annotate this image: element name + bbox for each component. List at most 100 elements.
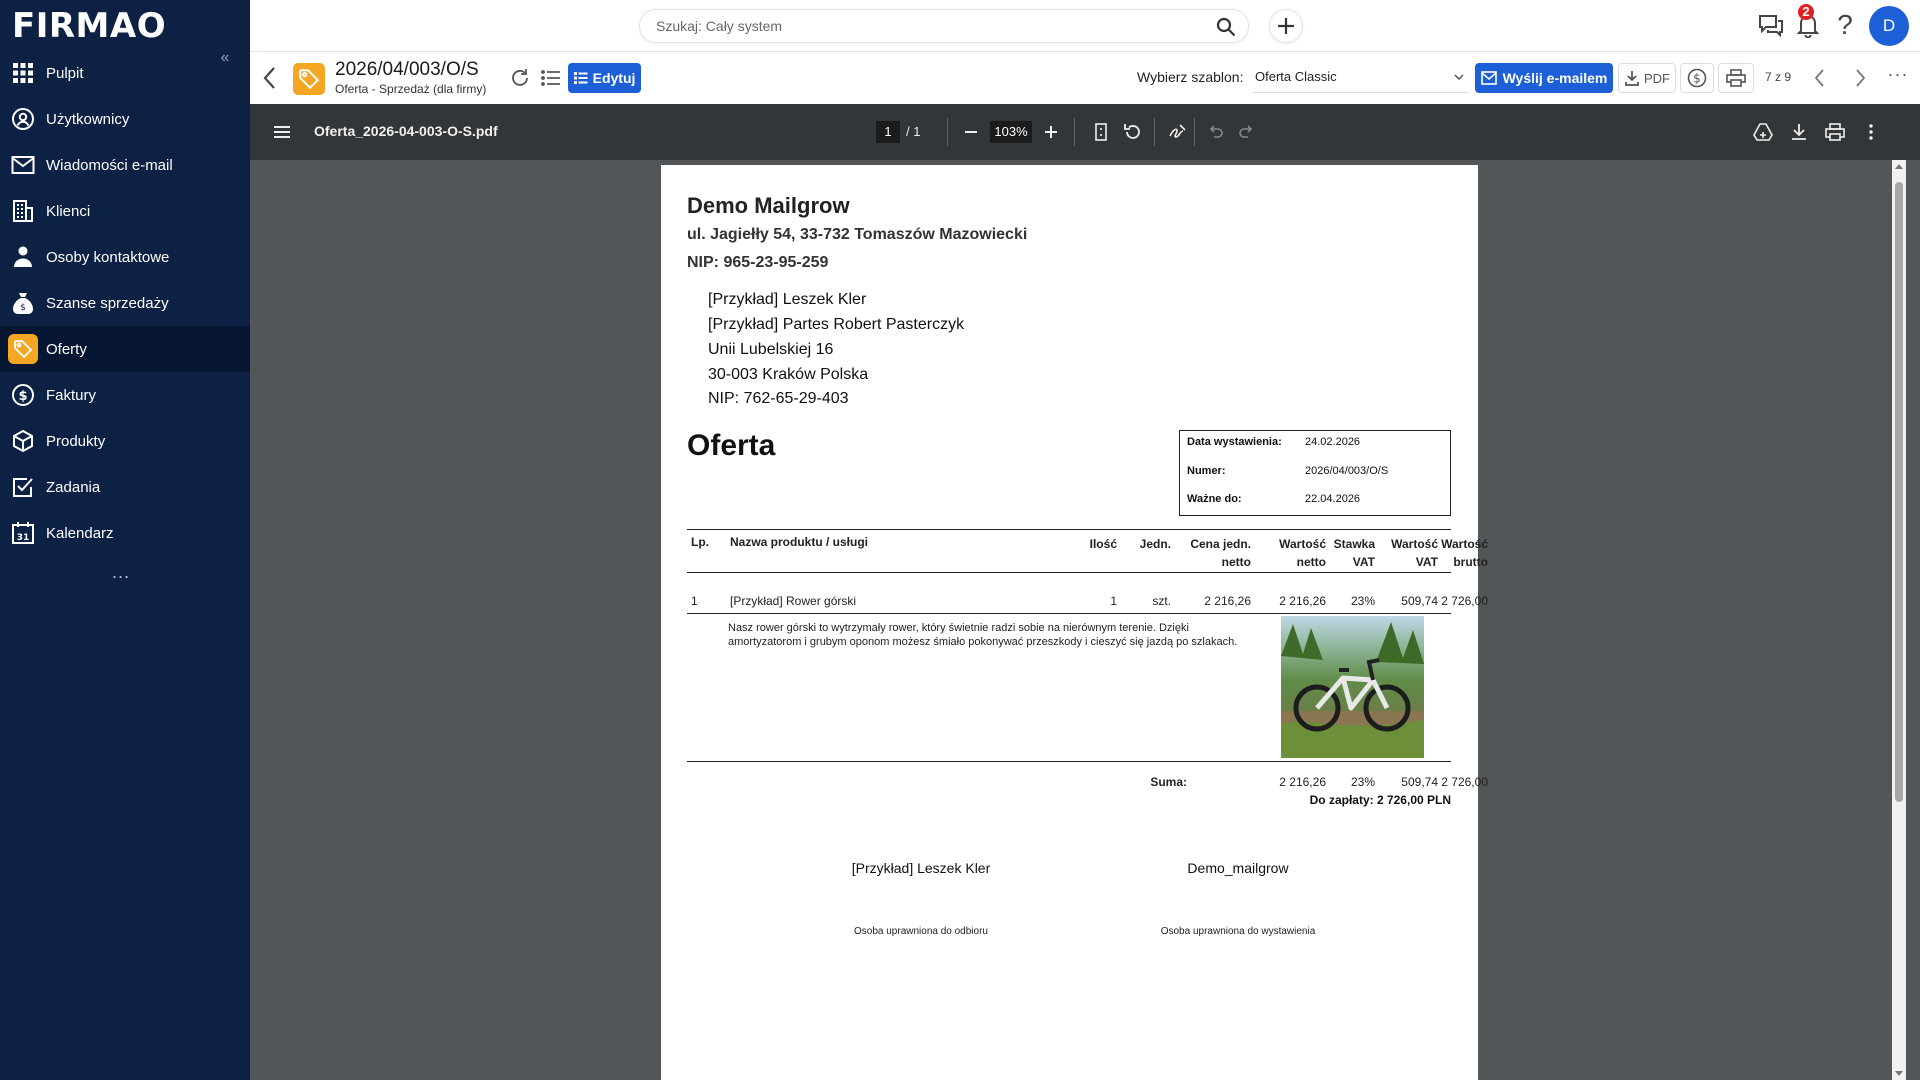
dollar-icon: $ (0, 372, 46, 418)
download-icon[interactable] (1788, 121, 1810, 143)
edit-button[interactable]: Edytuj (568, 63, 641, 93)
printer-icon (1726, 69, 1746, 87)
sidebar-item-produkty[interactable]: Produkty (0, 418, 250, 464)
list-icon[interactable] (540, 67, 562, 89)
svg-text:$: $ (1693, 72, 1701, 86)
cell-name: [Przykład] Rower górski (730, 594, 857, 608)
building-icon (0, 188, 46, 234)
sidebar-item-label: Użytkownicy (46, 110, 130, 128)
scroll-down-arrow[interactable] (1895, 1071, 1903, 1076)
document-number: 2026/04/003/O/S (335, 59, 479, 80)
download-icon (1625, 71, 1639, 86)
buyer-line: Unii Lubelskiej 16 (708, 341, 834, 358)
issuer-signature-caption: Osoba uprawniona do wystawienia (1160, 926, 1316, 937)
page-number-input[interactable]: 1 (876, 121, 900, 143)
sidebar-item-label: Wiadomości e-mail (46, 156, 173, 174)
sidebar-item-label: Faktury (46, 386, 97, 404)
notifications-badge: 2 (1798, 4, 1814, 20)
sidebar-item-oferty[interactable]: Oferty (0, 326, 250, 372)
sum-label: Suma: (1150, 775, 1187, 789)
redo-icon[interactable] (1236, 121, 1258, 143)
zoom-input[interactable]: 103% (990, 121, 1032, 143)
buyer-line: 30-003 Kraków Polska (708, 366, 869, 383)
cell-gross: 2 726,00 (1441, 594, 1488, 608)
table-rule (687, 613, 1451, 614)
sidebar-item-zadania[interactable]: Zadania (0, 464, 250, 510)
printer-icon[interactable] (1824, 121, 1846, 143)
calendar-day: 31 (17, 533, 30, 543)
chat-icon[interactable] (1758, 12, 1784, 38)
sidebar-item-szanse-sprzedazy[interactable]: $ Szanse sprzedaży (0, 280, 250, 326)
template-value: Oferta Classic (1255, 69, 1337, 84)
buyer-line: [Przykład] Leszek Kler (708, 291, 867, 308)
download-pdf-button[interactable]: PDF (1618, 63, 1676, 93)
more-options-icon[interactable]: ··· (1887, 64, 1909, 88)
product-description: Nasz rower górski to wytrzymały rower, k… (728, 622, 1238, 648)
chevron-down-icon (1452, 70, 1466, 84)
top-bar: 2 ? D (250, 0, 1920, 52)
sidebar-item-label: Produkty (46, 432, 106, 450)
seller-address: ul. Jagiełły 54, 33-732 Tomaszów Mazowie… (687, 226, 1028, 243)
scrollbar-thumb[interactable] (1895, 182, 1903, 802)
document-header: 2026/04/003/O/S Oferta - Sprzedaż (dla f… (250, 52, 1920, 104)
avatar[interactable]: D (1869, 6, 1909, 46)
annotate-icon[interactable] (1167, 121, 1189, 143)
number-value: 2026/04/003/O/S (1305, 465, 1389, 477)
plus-icon (1278, 18, 1294, 34)
search-icon[interactable] (1216, 17, 1236, 37)
document-type: Oferta - Sprzedaż (dla firmy) (335, 82, 487, 96)
chevron-right-icon[interactable] (1851, 66, 1869, 90)
print-button[interactable] (1718, 63, 1754, 93)
sidebar-item-email[interactable]: Wiadomości e-mail (0, 142, 250, 188)
refresh-icon[interactable] (509, 67, 531, 89)
app-logo: FIRMAO (12, 6, 167, 46)
help-icon[interactable]: ? (1830, 8, 1860, 42)
scrollbar[interactable] (1892, 160, 1906, 1080)
search-input[interactable] (656, 10, 1196, 42)
cell-qty: 1 (1110, 594, 1117, 608)
template-select[interactable]: Oferta Classic (1253, 63, 1468, 93)
buyer-line: NIP: 762-65-29-403 (708, 390, 849, 407)
sidebar-item-faktury[interactable]: $ Faktury (0, 372, 250, 418)
money-bag-icon: $ (0, 280, 46, 326)
sidebar-more-button[interactable]: ... (112, 562, 130, 583)
back-icon[interactable] (260, 65, 280, 91)
chevron-left-icon[interactable] (1811, 66, 1829, 90)
rotate-icon[interactable] (1122, 121, 1144, 143)
sidebar-item-klienci[interactable]: Klienci (0, 188, 250, 234)
checkbox-icon (0, 464, 46, 510)
th-unit-price: Cena jedn. netto (1190, 537, 1251, 569)
users-icon (0, 96, 46, 142)
sidebar-item-uzytkownicy[interactable]: Użytkownicy (0, 96, 250, 142)
toolbar-divider (1194, 118, 1195, 146)
sidebar-item-kalendarz[interactable]: 31 Kalendarz (0, 510, 250, 556)
number-label: Numer: (1187, 465, 1226, 477)
sidebar-item-osoby-kontaktowe[interactable]: Osoby kontaktowe (0, 234, 250, 280)
sum-gross: 2 726,00 (1441, 775, 1488, 789)
save-to-drive-icon[interactable] (1752, 121, 1774, 143)
more-vertical-icon[interactable] (1860, 121, 1882, 143)
svg-text:$: $ (20, 303, 26, 313)
zoom-in-icon[interactable] (1040, 121, 1062, 143)
box-icon (0, 418, 46, 464)
add-button[interactable] (1269, 9, 1303, 43)
mail-icon (0, 142, 46, 188)
undo-icon[interactable] (1204, 121, 1226, 143)
mail-icon (1480, 71, 1497, 85)
global-search (639, 9, 1249, 43)
sidebar-item-pulpit[interactable]: Pulpit (0, 50, 250, 96)
product-image-bike (1281, 616, 1424, 758)
scroll-up-arrow[interactable] (1895, 164, 1903, 169)
payment-button[interactable]: $ (1680, 63, 1714, 93)
fit-page-icon[interactable] (1090, 121, 1112, 143)
toolbar-divider (1154, 118, 1155, 146)
pdf-toolbar: Oferta_2026-04-003-O-S.pdf 1 / 1 103% (250, 104, 1920, 160)
sidebar-item-label: Oferty (46, 340, 87, 358)
edit-button-label: Edytuj (592, 70, 636, 86)
zoom-out-icon[interactable] (960, 121, 982, 143)
issue-date-label: Data wystawienia: (1187, 436, 1282, 448)
issue-date-value: 24.02.2026 (1305, 436, 1361, 448)
dollar-icon: $ (1687, 68, 1707, 88)
menu-icon[interactable] (271, 121, 293, 143)
send-email-button[interactable]: Wyślij e-mailem (1475, 63, 1613, 93)
